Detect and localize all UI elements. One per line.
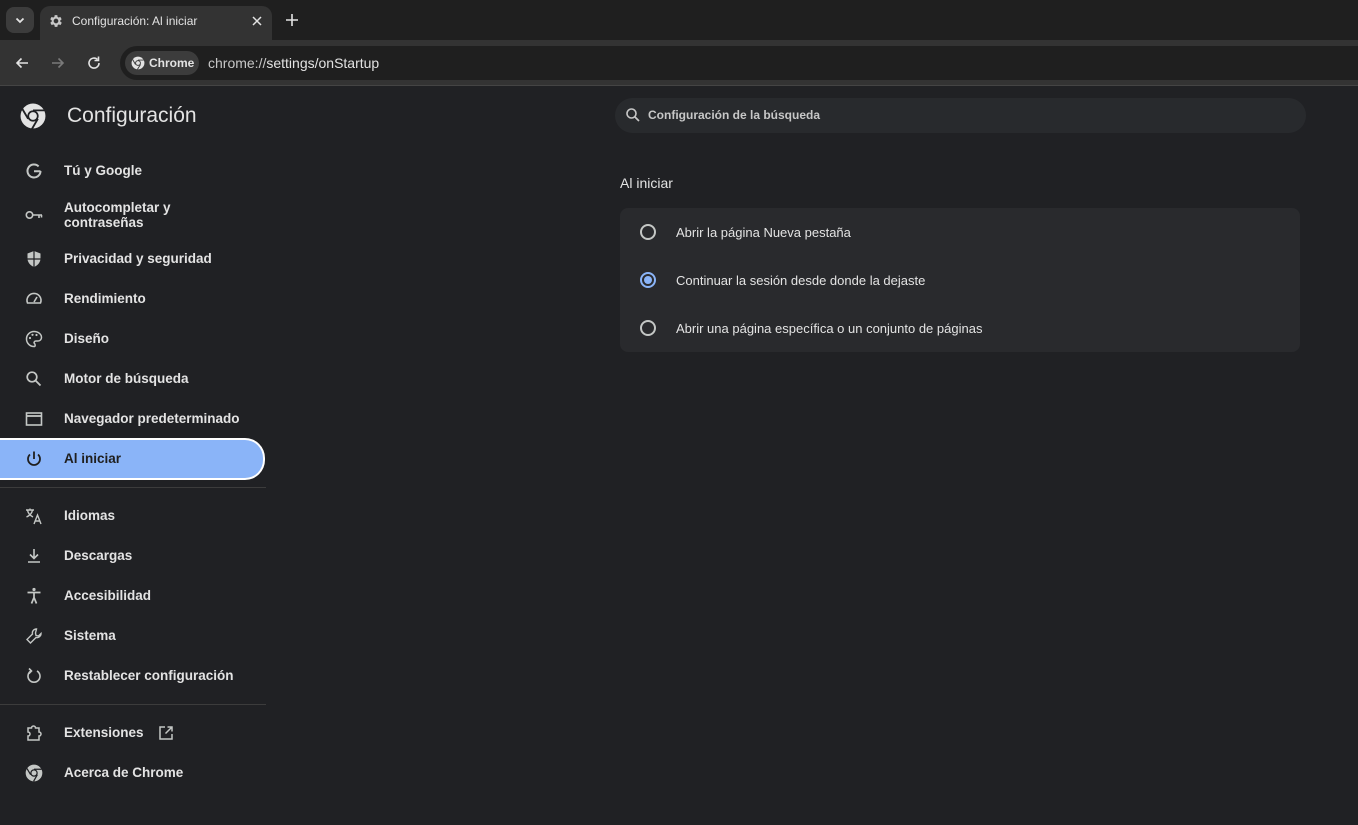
download-icon	[28, 549, 40, 563]
url-path: settings/onStartup	[266, 55, 380, 71]
sidebar-item-label: Descargas	[64, 548, 133, 563]
sidebar-item-label: Navegador predeterminado	[64, 411, 240, 426]
startup-option-continue[interactable]: Continuar la sesión desde donde la dejas…	[620, 256, 1300, 304]
wrench-icon	[26, 628, 42, 644]
page-title: Configuración	[67, 104, 197, 127]
sidebar-item-system[interactable]: Sistema	[0, 616, 265, 656]
sidebar-item-label: Tú y Google	[64, 163, 143, 178]
palette-icon	[25, 330, 43, 348]
sidebar-item-languages[interactable]: Idiomas	[0, 496, 265, 536]
sidebar-item-default-browser[interactable]: Navegador predeterminado	[0, 399, 265, 439]
sidebar-item-label: Restablecer configuración	[64, 668, 234, 683]
radio-label: Continuar la sesión desde donde la dejas…	[676, 273, 926, 288]
browser-window-icon	[25, 412, 43, 426]
sidebar-item-extensions[interactable]: Extensiones	[0, 713, 265, 753]
radio-button-selected[interactable]	[640, 272, 656, 288]
sidebar-item-label: Extensiones	[64, 725, 144, 740]
sidebar-item-label: Acerca de Chrome	[64, 765, 184, 780]
address-bar[interactable]: Chrome chrome://settings/onStartup	[120, 46, 1358, 80]
sidebar-item-accessibility[interactable]: Accesibilidad	[0, 576, 265, 616]
sidebar-item-performance[interactable]: Rendimiento	[0, 279, 265, 319]
close-icon[interactable]	[249, 13, 265, 29]
site-info-chip[interactable]: Chrome	[125, 51, 199, 75]
sidebar-item-on-startup[interactable]: Al iniciar	[0, 438, 265, 480]
sidebar-item-label: Diseño	[64, 331, 110, 346]
google-g-icon	[26, 163, 42, 179]
back-arrow-icon[interactable]	[13, 54, 31, 72]
reload-icon[interactable]	[85, 54, 103, 72]
chip-label: Chrome	[149, 56, 195, 70]
tab-strip: Configuración: Al iniciar	[0, 0, 1358, 40]
chrome-logo-icon	[20, 103, 46, 129]
url-scheme: chrome://	[208, 55, 267, 71]
sidebar-item-label: Rendimiento	[64, 291, 146, 306]
sidebar-item-appearance[interactable]: Diseño	[0, 319, 265, 359]
sidebar-divider	[0, 487, 266, 488]
sidebar-item-label: Idiomas	[64, 508, 116, 523]
forward-arrow-icon[interactable]	[49, 54, 67, 72]
toolbar: Chrome chrome://settings/onStartup	[0, 40, 1358, 86]
sidebar-item-you-and-google[interactable]: Tú y Google	[0, 151, 265, 191]
radio-button[interactable]	[640, 224, 656, 240]
sidebar-item-privacy[interactable]: Privacidad y seguridad	[0, 239, 265, 279]
startup-option-new-tab[interactable]: Abrir la página Nueva pestaña	[620, 208, 1300, 256]
translate-icon	[26, 508, 42, 525]
external-link-icon[interactable]	[157, 724, 175, 742]
sidebar-item-label: Privacidad y seguridad	[64, 251, 212, 266]
settings-search[interactable]	[615, 98, 1306, 133]
sidebar-item-about-chrome[interactable]: Acerca de Chrome	[0, 753, 265, 793]
speedometer-icon	[26, 292, 42, 304]
sidebar-item-reset[interactable]: Restablecer configuración	[0, 656, 265, 696]
section-title: Al iniciar	[620, 175, 673, 191]
key-icon	[25, 211, 43, 220]
search-icon	[626, 108, 640, 122]
power-icon	[27, 451, 41, 466]
tab-title: Configuración: Al iniciar	[72, 14, 198, 28]
startup-options-card: Abrir la página Nueva pestaña Continuar …	[620, 208, 1300, 352]
startup-option-specific-pages[interactable]: Abrir una página específica o un conjunt…	[620, 304, 1300, 352]
chrome-icon	[25, 764, 43, 782]
sidebar-item-label: Motor de búsqueda	[64, 371, 189, 386]
radio-button[interactable]	[640, 320, 656, 336]
puzzle-icon	[27, 725, 42, 741]
accessibility-icon	[27, 587, 41, 604]
sidebar-item-search-engine[interactable]: Motor de búsqueda	[0, 359, 265, 399]
sidebar-item-label: Al iniciar	[64, 451, 122, 466]
tab-search-button[interactable]	[6, 7, 34, 33]
sidebar-item-downloads[interactable]: Descargas	[0, 536, 265, 576]
sidebar-item-label: Autocompletar y contraseñas	[64, 200, 171, 230]
chevron-down-icon	[15, 17, 25, 24]
active-tab[interactable]: Configuración: Al iniciar	[40, 6, 272, 40]
radio-label: Abrir una página específica o un conjunt…	[676, 321, 983, 336]
reset-icon	[27, 667, 41, 683]
url-text: chrome://settings/onStartup	[208, 55, 379, 71]
search-input[interactable]	[648, 106, 1248, 124]
chrome-icon	[131, 56, 145, 70]
radio-label: Abrir la página Nueva pestaña	[676, 225, 851, 240]
new-tab-plus-icon[interactable]	[284, 12, 300, 28]
sidebar-item-autofill[interactable]: Autocompletar y contraseñas	[0, 195, 265, 235]
sidebar-divider	[0, 704, 266, 705]
gear-icon	[50, 15, 62, 27]
sidebar-item-label: Sistema	[64, 628, 116, 643]
search-icon	[26, 371, 42, 387]
shield-icon	[27, 251, 41, 267]
sidebar-item-label: Accesibilidad	[64, 588, 152, 603]
